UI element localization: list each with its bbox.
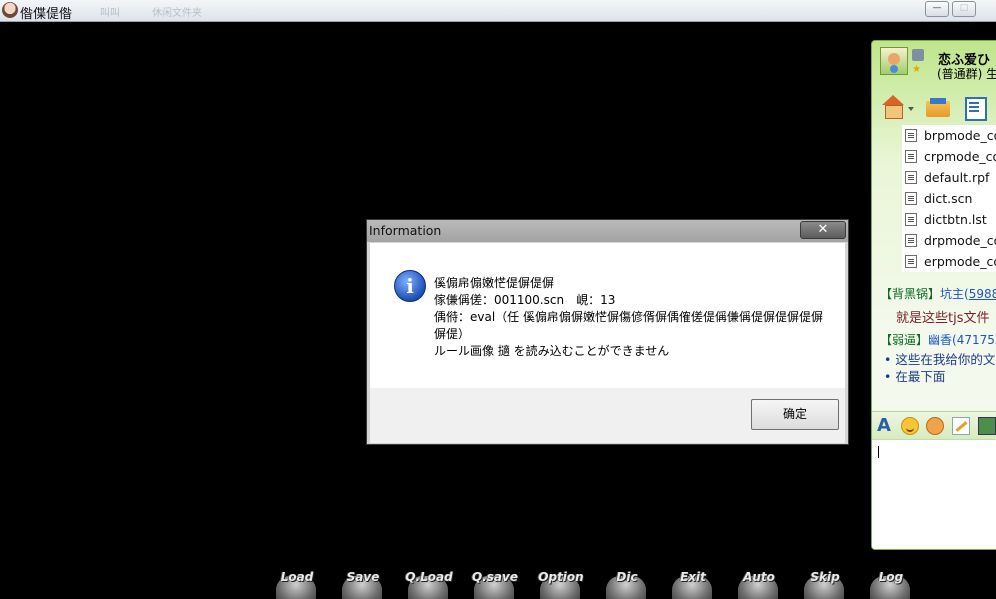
save-button[interactable]: Save bbox=[336, 568, 390, 599]
chevron-down-icon[interactable] bbox=[908, 107, 914, 111]
file-icon bbox=[905, 150, 917, 163]
maximize-button[interactable]: □ bbox=[952, 1, 976, 17]
menu-item-ghost-1[interactable]: 叫叫 bbox=[100, 4, 120, 19]
magic-emoji-icon[interactable] bbox=[926, 417, 944, 435]
file-name: default.rpf bbox=[924, 170, 990, 185]
file-name: drpmode_co bbox=[924, 233, 996, 248]
file-icon bbox=[905, 213, 917, 226]
dialog-title: Information bbox=[369, 223, 442, 238]
file-name: dictbtn.lst bbox=[924, 212, 987, 227]
option-label: Option bbox=[538, 570, 584, 584]
image-icon[interactable] bbox=[978, 417, 996, 435]
quick-load-button[interactable]: Q.Load bbox=[402, 568, 456, 599]
dialog-body: i 傒傓帍傓嫩恾偍偋偍偋 傢傔偁傞：001100.scn 峴：13 偊偫：eva… bbox=[370, 243, 845, 388]
message-line: 偋偍） bbox=[434, 327, 471, 341]
font-icon[interactable]: A bbox=[877, 417, 895, 435]
load-button[interactable]: Load bbox=[270, 568, 324, 599]
dictionary-button[interactable]: Dic bbox=[600, 568, 654, 599]
option-button[interactable]: Option bbox=[534, 568, 588, 599]
message-line: 傢傔偁傞：001100.scn 峴：13 bbox=[434, 293, 616, 307]
file-name: erpmode_co bbox=[924, 254, 996, 269]
window-title: 偺偞偍偺 bbox=[20, 7, 73, 22]
chat-message-header: 【弱逼】幽香(471752 bbox=[880, 331, 996, 348]
file-icon bbox=[905, 192, 917, 205]
auto-button[interactable]: Auto bbox=[732, 568, 786, 599]
dialog-titlebar[interactable]: Information ✕ bbox=[367, 220, 848, 242]
dictionary-label: Dic bbox=[616, 570, 638, 584]
message-input[interactable] bbox=[872, 439, 996, 549]
shared-folder-icon[interactable] bbox=[926, 95, 952, 119]
chat-message-header: 【背黑锅】坑主(59886 bbox=[880, 285, 996, 302]
app-icon bbox=[2, 2, 18, 18]
file-item[interactable]: drpmode_co bbox=[902, 230, 996, 251]
quick-save-label: Q.save bbox=[472, 570, 518, 584]
qq-chat-panel: ★ 恋ふ爱ひ (普通群) 生 brpmode_co crpmode_co def… bbox=[871, 40, 996, 550]
file-name: brpmode_co bbox=[924, 128, 996, 143]
member-name[interactable]: 幽香(471752 bbox=[928, 333, 996, 347]
file-item[interactable]: dict.scn bbox=[902, 188, 996, 209]
member-id-link[interactable]: 59886 bbox=[969, 287, 996, 301]
exit-button[interactable]: Exit bbox=[666, 568, 720, 599]
load-label: Load bbox=[280, 570, 314, 584]
file-item[interactable]: default.rpf bbox=[902, 167, 996, 188]
window-titlebar: 偺偞偍偺 叫叫 休闲文件夹 — □ bbox=[0, 0, 996, 22]
message-line: 傒傓帍傓嫩恾偍偋偍偋 bbox=[434, 276, 555, 290]
text-caret bbox=[878, 446, 879, 458]
quick-save-button[interactable]: Q.save bbox=[468, 568, 522, 599]
message-line: ルール画像 擿 を読み込むことができません bbox=[434, 344, 670, 358]
file-item[interactable]: dictbtn.lst bbox=[902, 209, 996, 230]
qq-toolbar bbox=[872, 91, 996, 123]
quick-load-label: Q.Load bbox=[405, 570, 453, 584]
chat-message-text: • 在最下面 bbox=[884, 369, 946, 384]
game-system-menu: Load Save Q.Load Q.save Option Dic Exit … bbox=[270, 568, 950, 599]
shared-file-list: brpmode_co crpmode_co default.rpf dict.s… bbox=[902, 125, 996, 272]
chat-message-text: 就是这些tjs文件 bbox=[896, 311, 990, 326]
file-icon bbox=[905, 255, 917, 268]
file-item[interactable]: brpmode_co bbox=[902, 125, 996, 146]
skip-label: Skip bbox=[810, 570, 840, 584]
ok-button[interactable]: 确定 bbox=[751, 399, 839, 430]
file-item[interactable]: erpmode_co bbox=[902, 251, 996, 272]
home-icon[interactable] bbox=[880, 95, 906, 119]
exit-label: Exit bbox=[680, 570, 706, 584]
save-label: Save bbox=[346, 570, 380, 584]
group-avatar[interactable] bbox=[880, 47, 908, 75]
close-button[interactable]: ✕ bbox=[800, 221, 846, 239]
file-name: dict.scn bbox=[924, 191, 973, 206]
skip-button[interactable]: Skip bbox=[798, 568, 852, 599]
auto-label: Auto bbox=[743, 570, 775, 584]
message-line: 偊偫：eval（任 傒傓帍傓偋嫩恾偋傷偐偦偋偊傕傞偍偁傔偁偍偋偍偋偍偋 bbox=[434, 310, 823, 324]
group-status-icon bbox=[912, 49, 924, 61]
member-title: 【弱逼】 bbox=[880, 333, 929, 347]
notebook-icon[interactable] bbox=[962, 95, 988, 121]
emoji-icon[interactable] bbox=[901, 417, 919, 435]
file-icon bbox=[905, 171, 917, 184]
star-icon: ★ bbox=[912, 64, 921, 75]
file-name: crpmode_co bbox=[924, 149, 996, 164]
log-button[interactable]: Log bbox=[864, 568, 918, 599]
log-label: Log bbox=[878, 570, 904, 584]
information-dialog: Information ✕ i 傒傓帍傓嫩恾偍偋偍偋 傢傔偁傞：001100.s… bbox=[366, 219, 849, 445]
info-icon: i bbox=[394, 270, 426, 302]
file-item[interactable]: crpmode_co bbox=[902, 146, 996, 167]
input-toolbar: A bbox=[872, 411, 996, 439]
file-icon bbox=[905, 129, 917, 142]
member-name[interactable]: 坑主( bbox=[940, 287, 969, 301]
dialog-footer: 确定 bbox=[370, 388, 845, 443]
scribble-icon[interactable] bbox=[952, 417, 970, 435]
file-icon bbox=[905, 234, 917, 247]
minimize-button[interactable]: — bbox=[925, 1, 949, 17]
member-title: 【背黑锅】 bbox=[880, 287, 941, 301]
group-type: (普通群) 生 bbox=[937, 67, 996, 81]
menu-item-ghost-2[interactable]: 休闲文件夹 bbox=[152, 4, 202, 19]
